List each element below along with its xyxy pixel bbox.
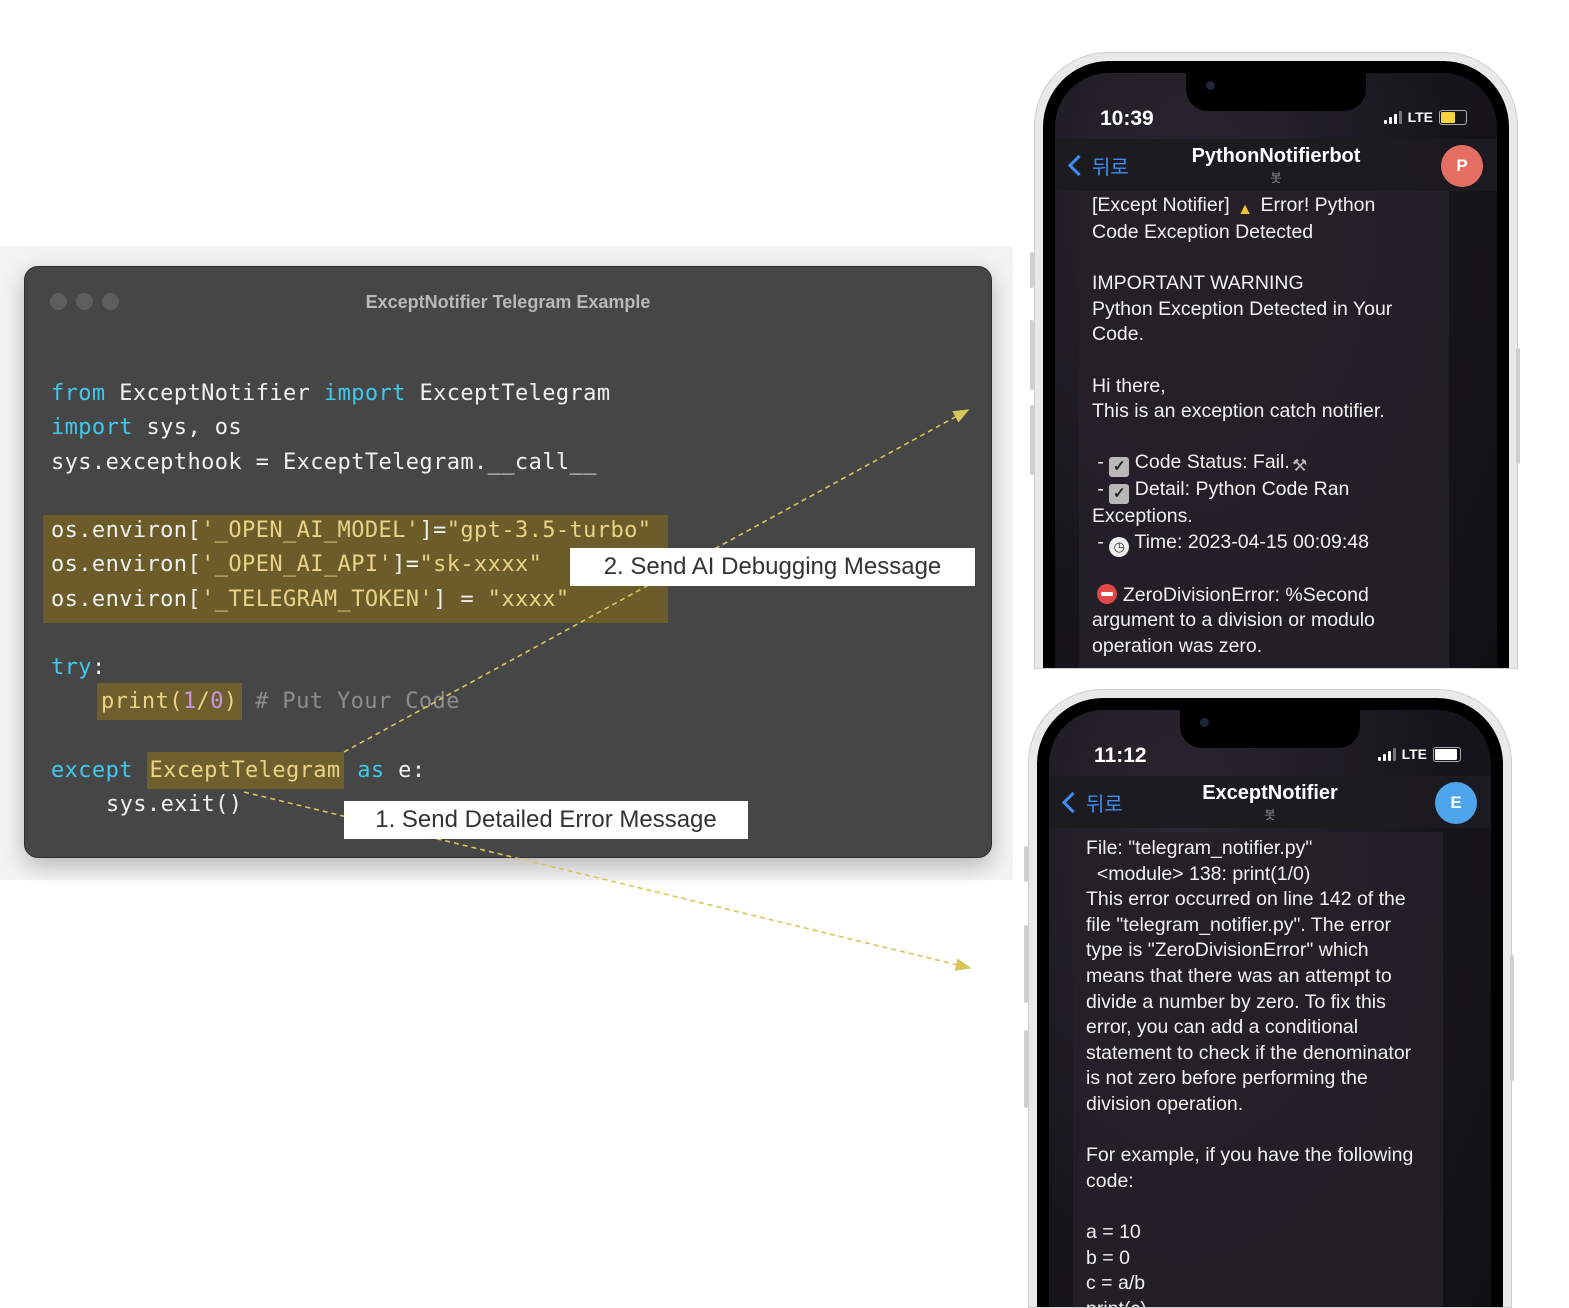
status-time: 10:39	[1100, 107, 1154, 130]
phone-side-button	[1516, 348, 1520, 464]
phone-bottom: 11:12 LTE 뒤로 ExceptNotifier 봇 E File: "t…	[1028, 689, 1512, 1308]
code-line-except: except ExceptTelegram as e:	[51, 752, 425, 789]
status-indicators: LTE	[1383, 109, 1467, 125]
code-line-env-model: os.environ['_OPEN_AI_MODEL']="gpt-3.5-tu…	[51, 518, 652, 543]
signal-icon	[1383, 110, 1402, 124]
callout-ai-debugging: 2. Send AI Debugging Message	[570, 548, 975, 586]
check-box-icon: ✓	[1109, 484, 1130, 505]
status-time: 11:12	[1094, 744, 1147, 767]
phone-side-button	[1030, 252, 1034, 288]
message-text: [Except Notifier] ▲ Error! Python Code E…	[1092, 194, 1393, 657]
code-line-2: import sys, os	[51, 415, 243, 440]
phone-side-button	[1510, 955, 1514, 1081]
no-entry-icon	[1097, 583, 1118, 604]
chat-subtitle: 봇	[1264, 808, 1276, 822]
camera-icon	[1200, 718, 1209, 727]
phone-side-button	[1030, 405, 1034, 475]
phone-side-button	[1024, 846, 1028, 882]
signal-icon	[1377, 747, 1396, 761]
phone-top-screen: 10:39 LTE 뒤로 PythonNotifierbot 봇 P [Exce…	[1055, 73, 1497, 668]
avatar[interactable]: P	[1441, 145, 1483, 187]
chat-header: 뒤로 ExceptNotifier 봇 E	[1049, 776, 1491, 828]
code-line-1: from ExceptNotifier import ExceptTelegra…	[51, 381, 611, 406]
battery-icon	[1433, 746, 1461, 762]
check-box-icon: ✓	[1109, 457, 1130, 478]
chat-title[interactable]: ExceptNotifier	[1049, 782, 1491, 805]
code-line-env-token: os.environ['_TELEGRAM_TOKEN'] = "xxxx"	[51, 587, 570, 612]
network-label: LTE	[1407, 109, 1433, 125]
callout-detailed-error: 1. Send Detailed Error Message	[344, 801, 748, 839]
phone-bottom-screen: 11:12 LTE 뒤로 ExceptNotifier 봇 E File: "t…	[1049, 710, 1491, 1307]
avatar[interactable]: E	[1435, 782, 1477, 824]
code-line-3: sys.excepthook = ExceptTelegram.__call__	[51, 450, 597, 475]
code-line-env-api: os.environ['_OPEN_AI_API']="sk-xxxx"	[51, 552, 543, 577]
warning-icon: ▲	[1237, 201, 1253, 218]
window-title: ExceptNotifier Telegram Example	[365, 292, 651, 312]
battery-icon	[1439, 109, 1467, 125]
code-line-try: try:	[51, 655, 106, 680]
network-label: LTE	[1401, 746, 1427, 762]
notch	[1180, 710, 1360, 748]
message-bubble: [Except Notifier] ▲ Error! Python Code E…	[1079, 191, 1449, 668]
notch	[1186, 73, 1366, 111]
code-line-print: print(1/0) # Put Your Code	[97, 683, 460, 720]
phone-side-button	[1030, 320, 1034, 390]
message-text: File: "telegram_notifier.py" <module> 13…	[1086, 837, 1414, 1307]
message-bubble: File: "telegram_notifier.py" <module> 13…	[1073, 832, 1443, 1307]
hammer-wrench-icon: ⚒	[1292, 456, 1308, 476]
phone-top: 10:39 LTE 뒤로 PythonNotifierbot 봇 P [Exce…	[1034, 52, 1518, 669]
chat-subtitle: 봇	[1270, 171, 1282, 185]
code-line-exit: sys.exit()	[106, 792, 243, 817]
phone-side-button	[1024, 925, 1028, 1003]
camera-icon	[1206, 81, 1215, 90]
chat-header: 뒤로 PythonNotifierbot 봇 P	[1055, 139, 1497, 191]
phone-side-button	[1024, 1030, 1028, 1108]
status-indicators: LTE	[1377, 746, 1461, 762]
chat-title[interactable]: PythonNotifierbot	[1055, 145, 1497, 168]
clock-icon: ◷	[1109, 536, 1130, 557]
